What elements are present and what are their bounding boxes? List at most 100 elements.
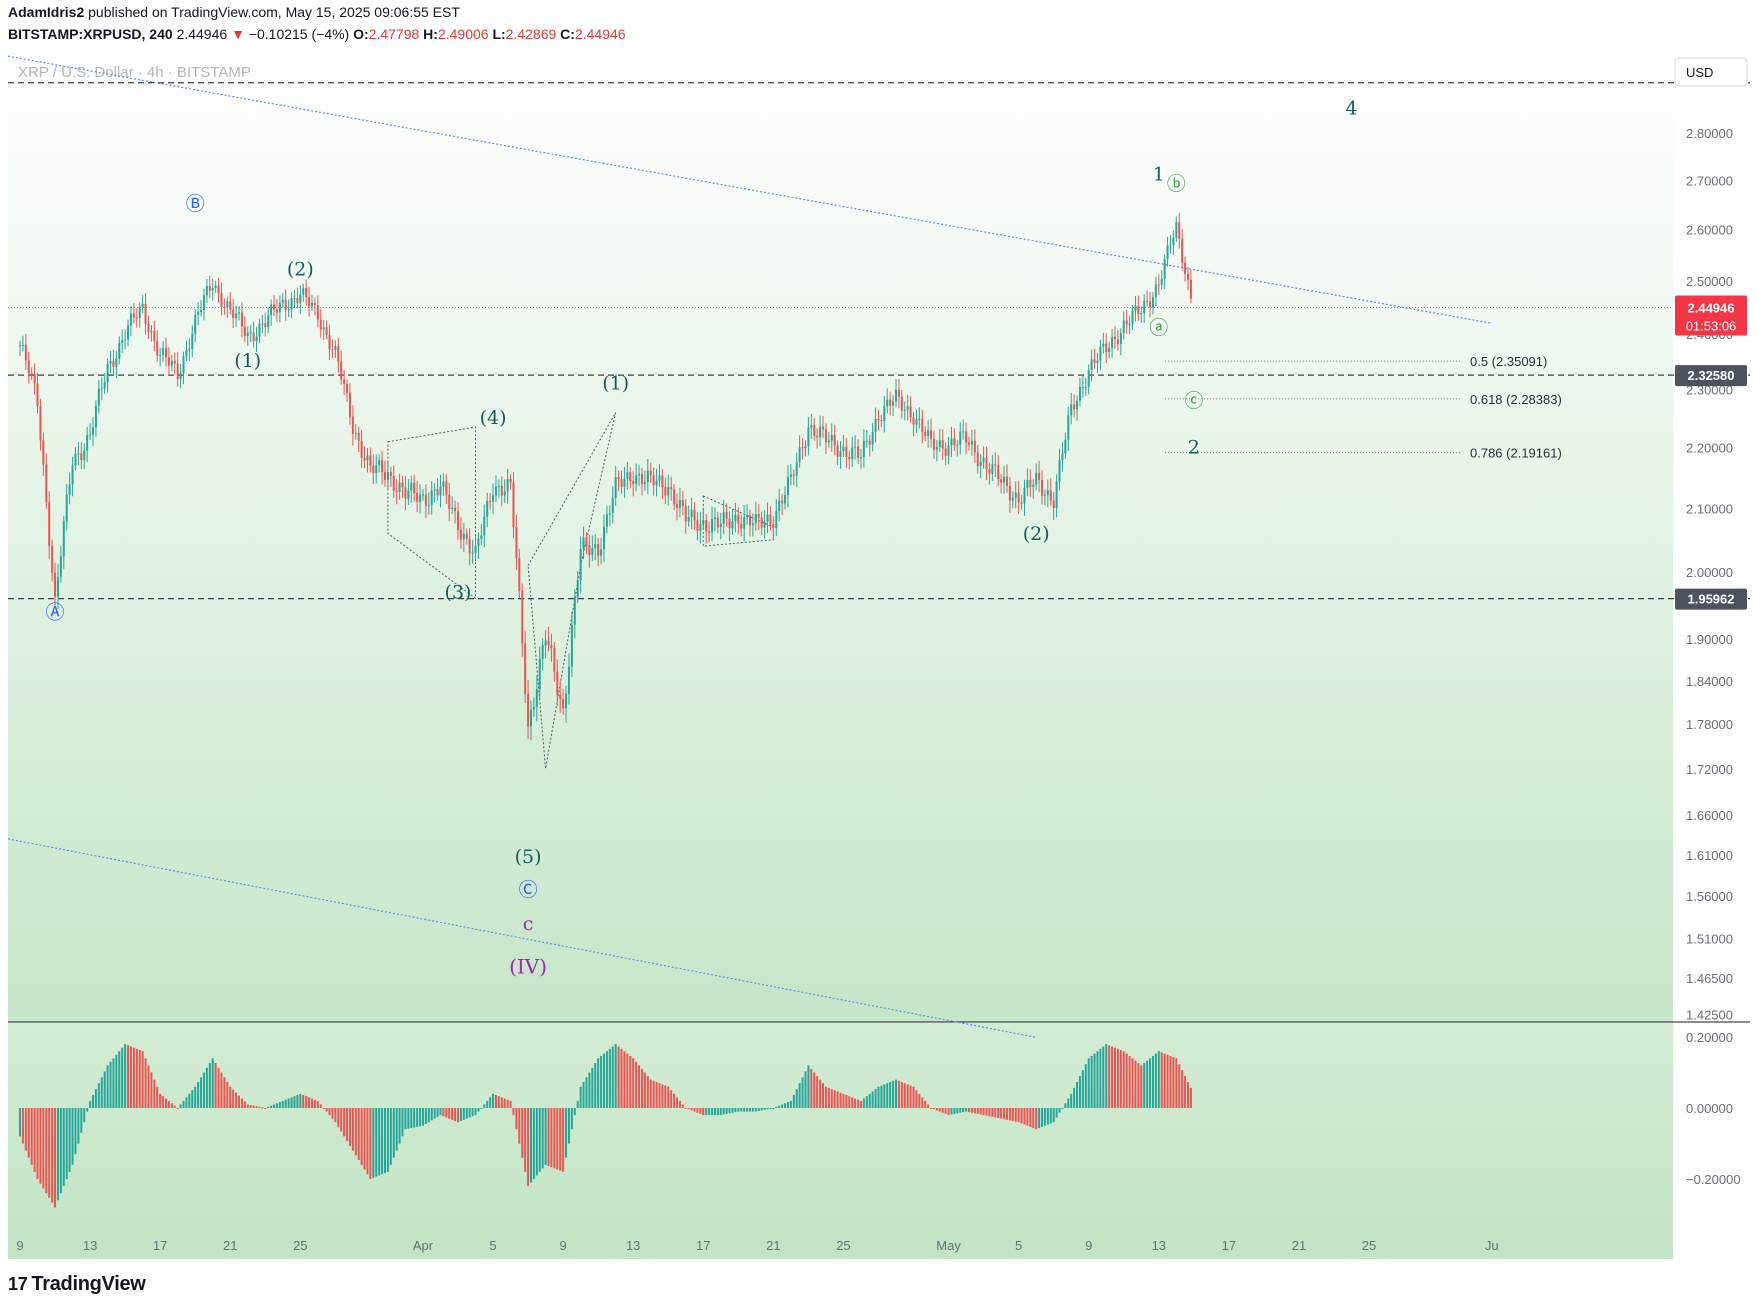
candle-body bbox=[389, 472, 392, 476]
wave-label-15[interactable]: ⓐ bbox=[1149, 317, 1168, 339]
histogram-bar bbox=[813, 1072, 816, 1108]
candle-body bbox=[816, 435, 819, 438]
histogram-bar bbox=[232, 1089, 235, 1108]
wave-label-6[interactable]: (4) bbox=[480, 407, 507, 429]
histogram-bar bbox=[267, 1106, 270, 1108]
histogram-bar bbox=[1119, 1050, 1122, 1108]
wave-label-17[interactable]: 2 bbox=[1188, 437, 1200, 459]
wave-label-11[interactable]: (1) bbox=[602, 373, 629, 395]
wave-label-5[interactable]: (3) bbox=[445, 581, 472, 603]
candle-body bbox=[124, 339, 127, 341]
histogram-bar bbox=[153, 1079, 156, 1108]
candle-body bbox=[97, 389, 100, 406]
histogram-bar bbox=[795, 1089, 798, 1108]
histogram-bar bbox=[737, 1108, 740, 1112]
histogram-bar bbox=[273, 1104, 276, 1108]
histogram-bar bbox=[605, 1051, 608, 1108]
candle-body bbox=[515, 527, 518, 559]
price-chart[interactable]: XRP / U.S. Dollar · 4h · BITSTAMP 0.5 (2… bbox=[0, 0, 1759, 1303]
candle-body bbox=[941, 440, 944, 449]
histogram-bar bbox=[235, 1092, 238, 1108]
histogram-bar bbox=[500, 1097, 503, 1108]
histogram-bar bbox=[1137, 1063, 1140, 1108]
histogram-bar bbox=[21, 1108, 24, 1144]
wave-label-10[interactable]: (IV) bbox=[509, 955, 547, 979]
y-tick-label: 2.60000 bbox=[1686, 223, 1733, 238]
histogram-bar bbox=[880, 1085, 883, 1108]
candle-body bbox=[471, 552, 474, 554]
wave-label-18[interactable]: 4 bbox=[1345, 97, 1357, 119]
candle-body bbox=[708, 531, 711, 533]
candle-body bbox=[1011, 497, 1014, 501]
candle-body bbox=[953, 438, 956, 446]
histogram-bar bbox=[515, 1108, 518, 1130]
candle-body bbox=[1035, 472, 1038, 485]
tradingview-logo[interactable]: 17 TradingView bbox=[8, 1273, 146, 1296]
candle-body bbox=[220, 292, 223, 307]
histogram-bar bbox=[512, 1108, 515, 1116]
wave-label-8[interactable]: Ⓒ bbox=[519, 879, 538, 901]
candle-body bbox=[746, 515, 749, 518]
wave-label-7[interactable]: (5) bbox=[515, 846, 542, 868]
wave-label-2[interactable]: Ⓑ bbox=[186, 193, 205, 215]
candle-body bbox=[1160, 278, 1163, 285]
candle-body bbox=[162, 348, 165, 355]
wave-label-4[interactable]: (2) bbox=[287, 259, 314, 281]
candle-body bbox=[988, 468, 991, 474]
histogram-bar bbox=[448, 1108, 451, 1119]
candle-body bbox=[740, 523, 743, 529]
price-axis[interactable]: 2.800002.700002.600002.500002.400002.300… bbox=[1675, 126, 1747, 1187]
histogram-bar bbox=[284, 1099, 287, 1108]
currency-box[interactable]: USD bbox=[1674, 57, 1748, 87]
histogram-bar bbox=[938, 1108, 941, 1112]
candle-body bbox=[518, 558, 521, 591]
candle-body bbox=[121, 339, 124, 343]
candle-body bbox=[506, 478, 509, 492]
candle-body bbox=[404, 487, 407, 499]
candle-body bbox=[880, 420, 883, 422]
histogram-bar bbox=[264, 1108, 267, 1109]
histogram-bar bbox=[366, 1108, 369, 1175]
histogram-bar bbox=[238, 1095, 240, 1108]
histogram-bar bbox=[141, 1051, 144, 1108]
candle-body bbox=[854, 446, 857, 448]
candle-body bbox=[670, 486, 673, 490]
wave-label-14[interactable]: ⓑ bbox=[1167, 173, 1186, 195]
histogram-bar bbox=[121, 1047, 124, 1108]
candle-body bbox=[413, 482, 416, 494]
wave-label-3[interactable]: (1) bbox=[234, 350, 261, 372]
candle-body bbox=[664, 486, 667, 496]
histogram-bar bbox=[65, 1108, 68, 1179]
candle-body bbox=[305, 288, 308, 298]
candle-body bbox=[1073, 404, 1076, 410]
histogram-bar bbox=[772, 1108, 775, 1109]
candle-body bbox=[810, 425, 813, 428]
wave-label-12[interactable]: (2) bbox=[1023, 523, 1050, 545]
candle-body bbox=[451, 507, 454, 509]
histogram-bar bbox=[1055, 1108, 1058, 1118]
candle-body bbox=[1119, 332, 1122, 345]
candle-body bbox=[127, 325, 130, 340]
histogram-bar bbox=[407, 1108, 410, 1129]
histogram-bar bbox=[1014, 1108, 1017, 1122]
histogram-bar bbox=[722, 1108, 725, 1115]
histogram-bar bbox=[681, 1104, 684, 1108]
wave-label-9[interactable]: c bbox=[523, 913, 534, 935]
wave-label-1[interactable]: Ⓐ bbox=[46, 601, 65, 623]
histogram-bar bbox=[559, 1108, 562, 1171]
histogram-bar bbox=[991, 1108, 994, 1117]
candle-body bbox=[354, 432, 357, 434]
histogram-bar bbox=[413, 1108, 416, 1128]
histogram-bar bbox=[775, 1106, 778, 1108]
candle-body bbox=[194, 314, 197, 334]
wave-label-13[interactable]: 1 bbox=[1153, 163, 1165, 185]
histogram-bar bbox=[316, 1100, 319, 1108]
candle-body bbox=[1093, 359, 1096, 363]
candle-body bbox=[182, 356, 185, 374]
histogram-bar bbox=[749, 1108, 751, 1112]
candle-body bbox=[407, 490, 410, 499]
candle-body bbox=[261, 323, 264, 325]
histogram-bar bbox=[1011, 1108, 1014, 1122]
histogram-bar bbox=[623, 1051, 626, 1108]
wave-label-16[interactable]: ⓒ bbox=[1184, 390, 1203, 412]
